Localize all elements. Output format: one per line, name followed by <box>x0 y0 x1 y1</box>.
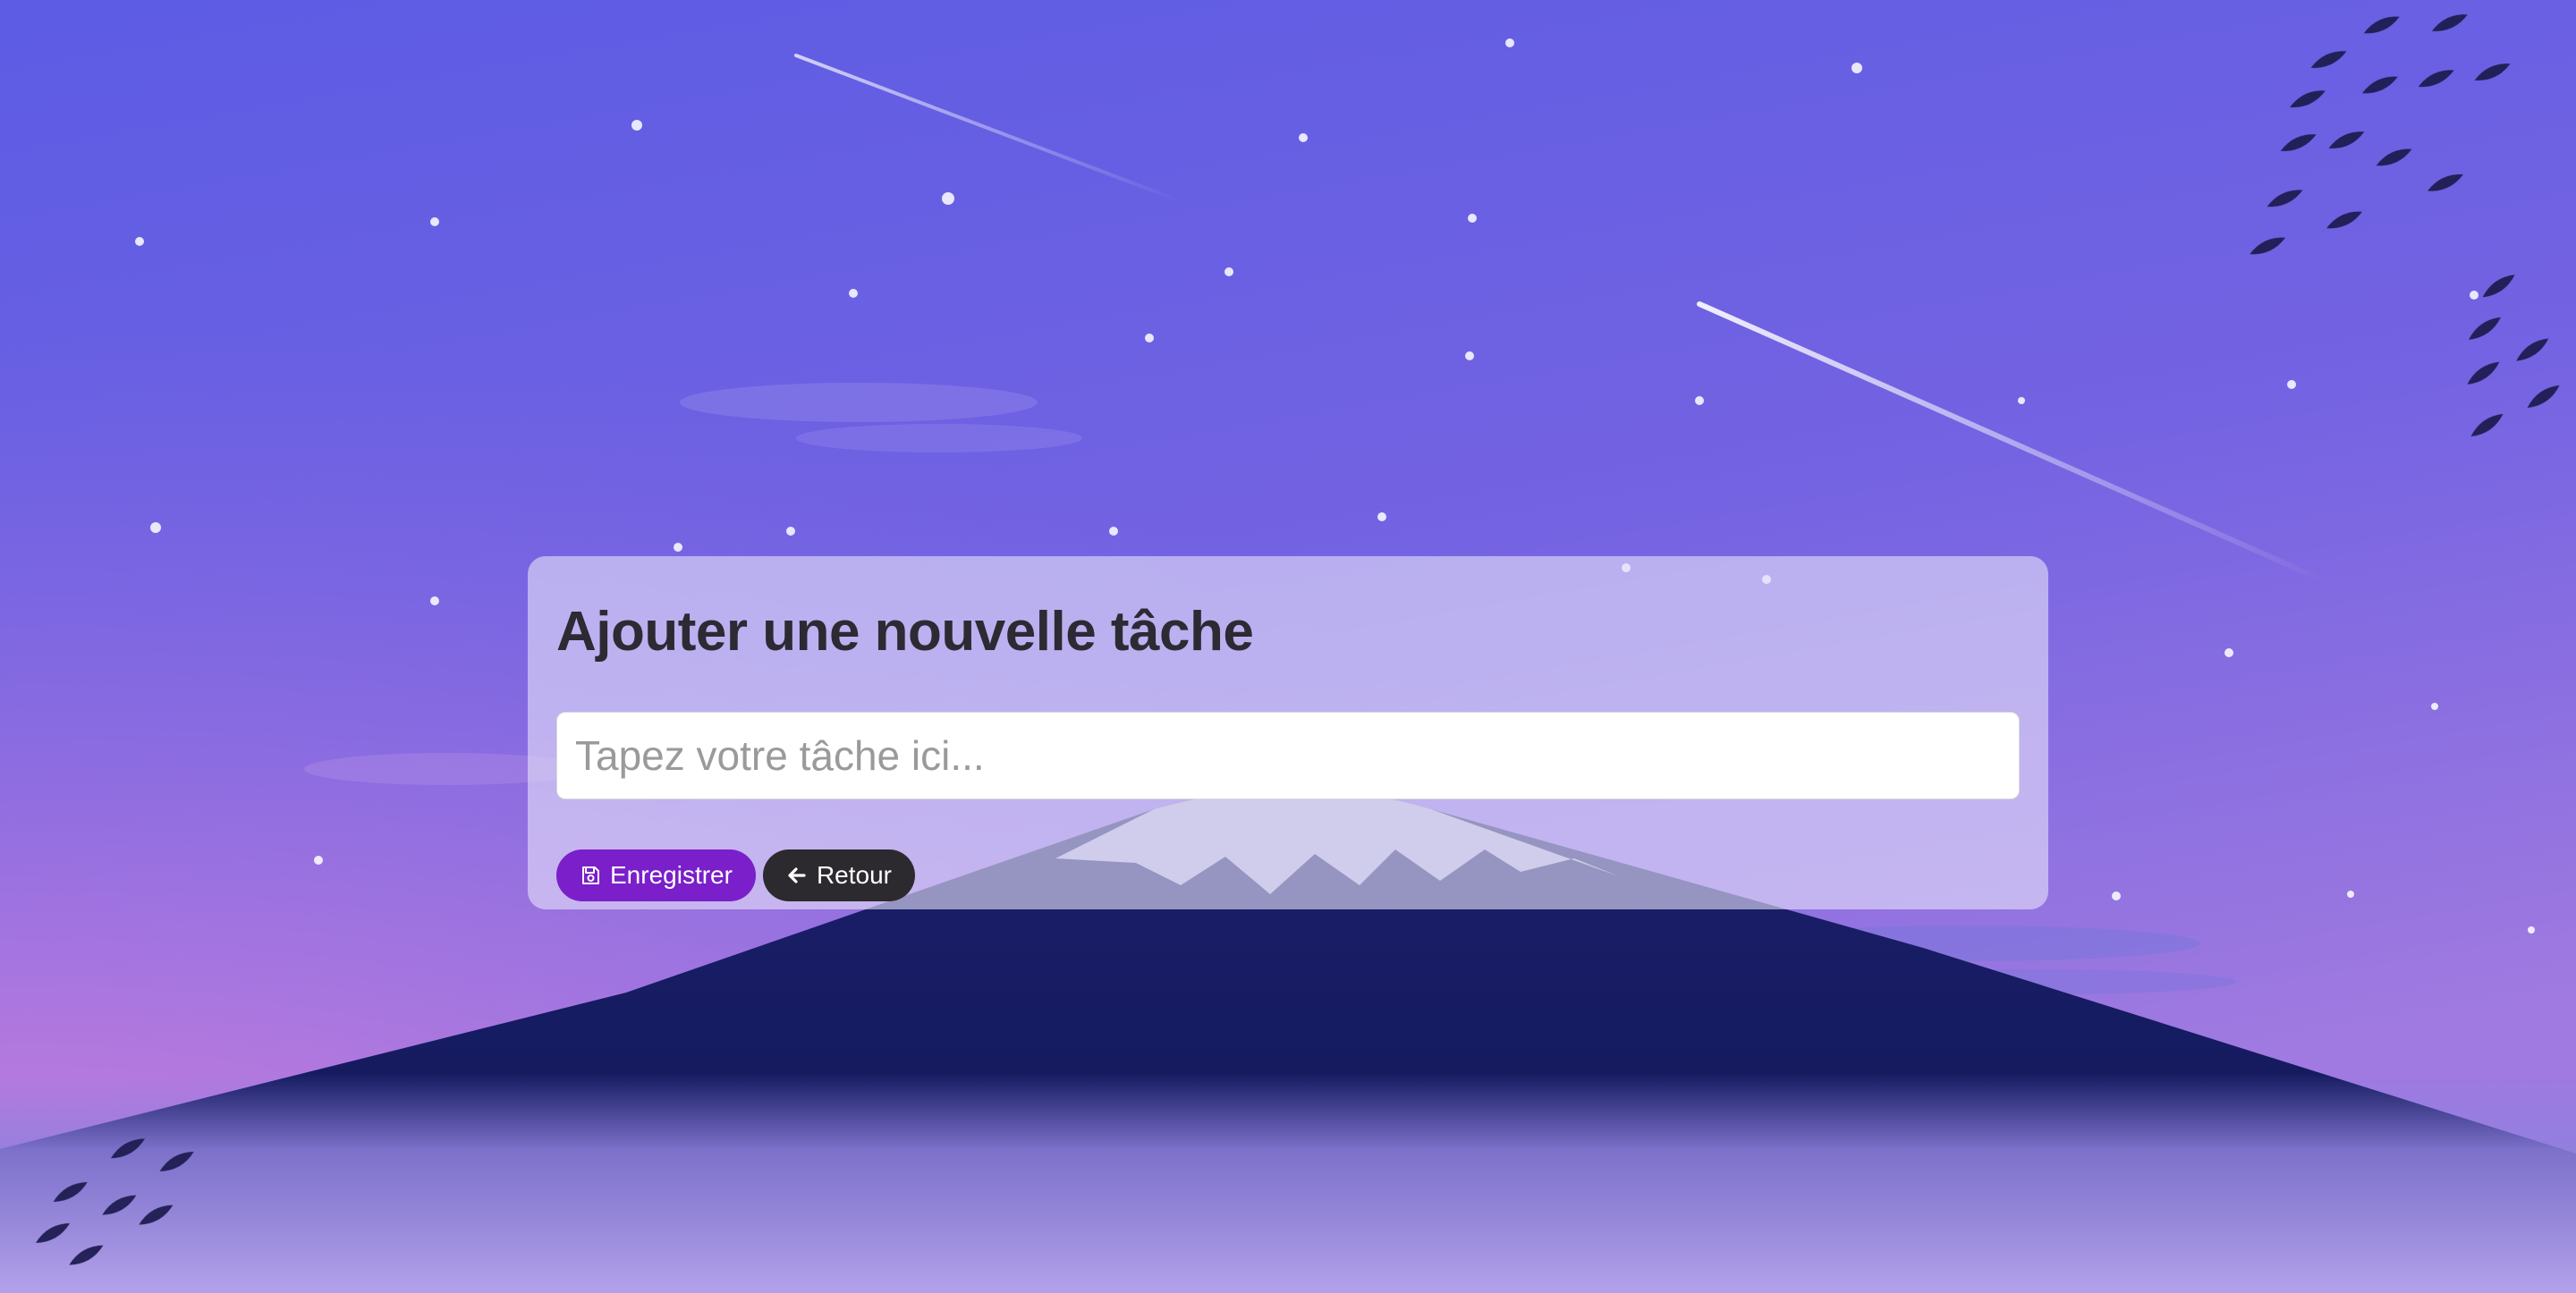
save-button-label: Enregistrer <box>610 861 733 889</box>
add-task-card: Ajouter une nouvelle tâche Enregistrer R… <box>528 556 2048 909</box>
action-buttons: Enregistrer Retour <box>556 849 2020 901</box>
arrow-left-icon <box>786 865 808 886</box>
save-icon <box>580 865 601 886</box>
save-button[interactable]: Enregistrer <box>556 849 756 901</box>
task-input[interactable] <box>556 712 2020 799</box>
back-button-label: Retour <box>816 861 892 889</box>
page-title: Ajouter une nouvelle tâche <box>556 601 1254 663</box>
back-button[interactable]: Retour <box>762 849 915 901</box>
